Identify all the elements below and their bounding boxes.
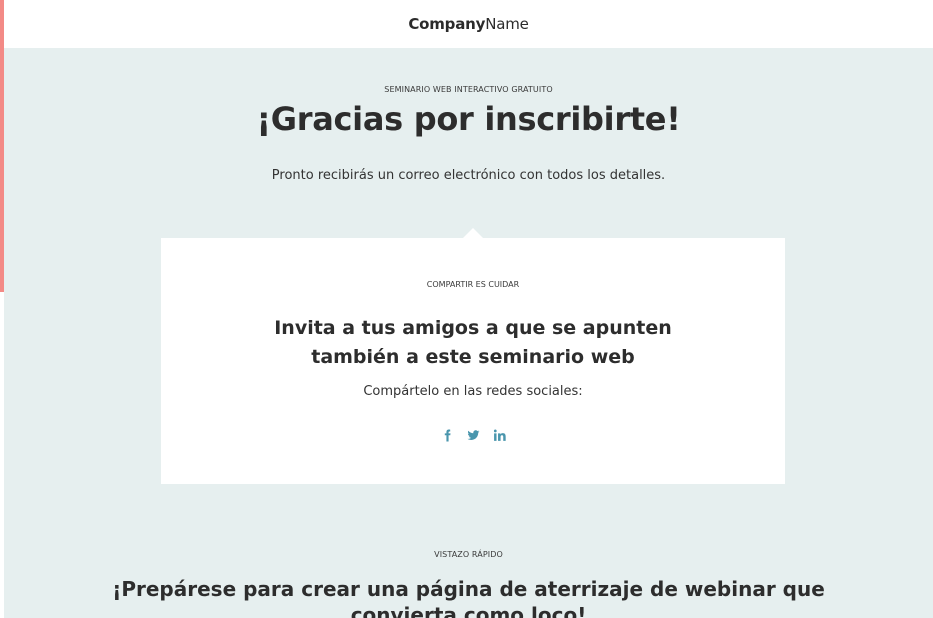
share-card: COMPARTIR ES CUIDAR Invita a tus amigos … bbox=[161, 228, 785, 484]
logo-light-text: Name bbox=[485, 15, 529, 33]
share-title-line2: también a este seminario web bbox=[311, 346, 635, 368]
hero-eyebrow: SEMINARIO WEB INTERACTIVO GRATUITO bbox=[384, 85, 553, 94]
social-links bbox=[161, 428, 785, 442]
twitter-icon[interactable] bbox=[466, 428, 480, 442]
overview-title-line1: ¡Prepárese para crear una página de ater… bbox=[112, 577, 825, 601]
card-notch bbox=[463, 228, 483, 238]
page-title: ¡Gracias por inscribirte! bbox=[256, 100, 681, 138]
linkedin-icon[interactable] bbox=[492, 428, 506, 442]
logo-bold-text: Company bbox=[408, 15, 486, 33]
share-eyebrow: COMPARTIR ES CUIDAR bbox=[426, 280, 520, 289]
hero-subtitle: Pronto recibirás un correo electrónico c… bbox=[271, 168, 666, 183]
overview-eyebrow: VISTAZO RÁPIDO bbox=[434, 550, 503, 559]
company-logo[interactable]: CompanyName bbox=[408, 15, 529, 33]
overview-title: ¡Prepárese para crear una página de ater… bbox=[4, 576, 933, 618]
top-bar: CompanyName bbox=[4, 0, 933, 48]
facebook-icon[interactable] bbox=[440, 428, 454, 442]
share-title-line1: Invita a tus amigos a que se apunten bbox=[274, 317, 672, 339]
hero-section: SEMINARIO WEB INTERACTIVO GRATUITO ¡Grac… bbox=[4, 48, 933, 618]
share-subtitle: Compártelo en las redes sociales: bbox=[363, 384, 583, 399]
share-title: Invita a tus amigos a que se apunten tam… bbox=[161, 314, 785, 372]
overview-title-line2: convierta como loco! bbox=[350, 603, 587, 618]
